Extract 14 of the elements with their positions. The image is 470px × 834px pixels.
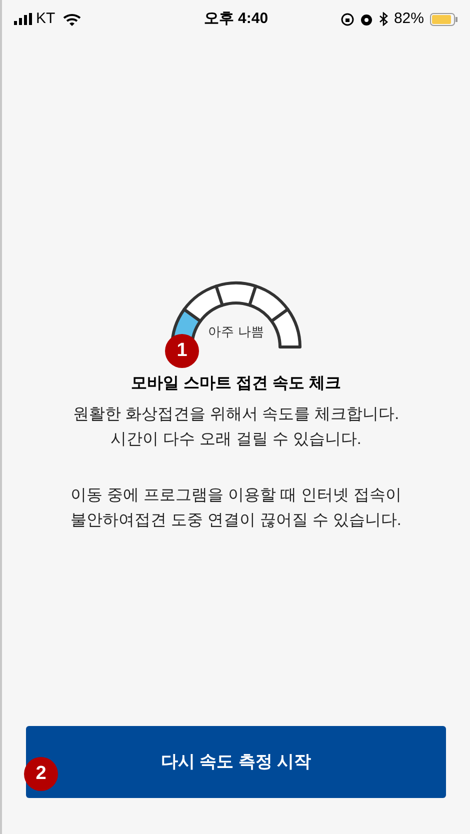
bluetooth-icon — [378, 12, 388, 26]
alarm-icon — [360, 12, 373, 26]
battery-icon — [430, 12, 458, 26]
info-text: 이동 중에 프로그램을 이용할 때 인터넷 접속이 불안하여접견 도중 연결이 끊어질 수 있습니다. — [70, 486, 402, 531]
carrier-name: KT — [36, 8, 56, 29]
rotation-lock-icon — [340, 12, 354, 26]
status-time: 오후 4:40 — [202, 8, 270, 29]
step-marker: 1 — [165, 334, 199, 368]
info-text: 원활한 화상접견을 위해서 속도를 체크합니다. 시간이 다수 오래 걸릴 수 있습니다. — [72, 405, 400, 450]
wifi-icon — [63, 12, 82, 26]
page-title: 모바일 스마트 접견 속도 체크 — [131, 374, 341, 394]
gauge-label: 아주 나쁨 — [207, 323, 265, 341]
battery-percent: 82% — [394, 8, 424, 29]
signal-icon — [14, 13, 32, 25]
